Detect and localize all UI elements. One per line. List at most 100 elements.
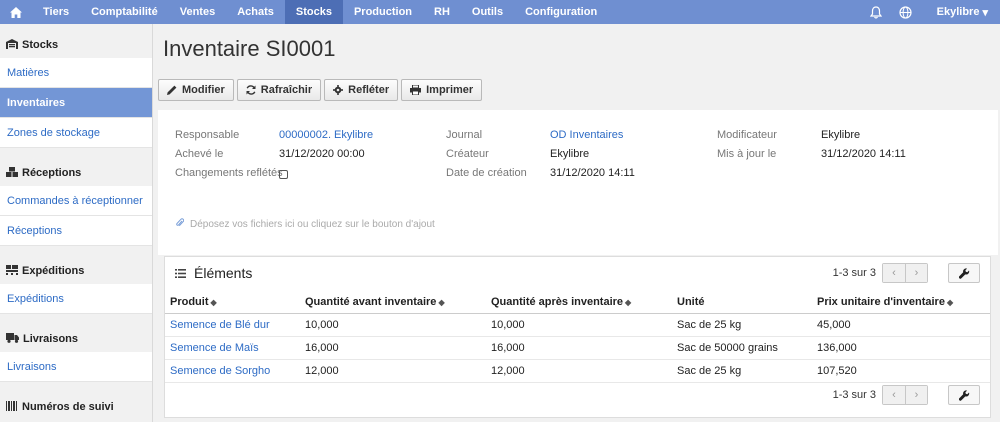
- elements-table: Produit ◆ Quantité avant inventaire ◆ Quan…: [165, 291, 990, 383]
- sort-icon: ◆: [438, 297, 445, 307]
- file-dropzone[interactable]: Déposez vos fichiers ici ou cliquez sur …: [176, 218, 435, 231]
- sidebar-item-expeditions[interactable]: Expéditions: [0, 284, 152, 314]
- table-header-row: Produit ◆ Quantité avant inventaire ◆ Quan…: [165, 291, 990, 314]
- inventory-details: Responsable 00000002. Ekylibre Achevé le…: [158, 110, 998, 255]
- wrench-icon[interactable]: [948, 263, 980, 283]
- nav-comptabilite[interactable]: Comptabilité: [80, 0, 169, 24]
- quantity-before: 12,000: [300, 359, 486, 383]
- sidebar-section-title: Stocks: [22, 39, 59, 51]
- sidebar-section-title: Livraisons: [23, 333, 79, 345]
- sidebar-item-receptions[interactable]: Réceptions: [0, 216, 152, 246]
- globe-icon[interactable]: [891, 5, 921, 19]
- bell-icon[interactable]: [861, 5, 891, 19]
- reflect-button-label: Refléter: [348, 84, 390, 96]
- table-row: Semence de Sorgho 12,000 12,000 Sac de 2…: [165, 359, 990, 383]
- user-name: Ekylibre: [936, 6, 980, 18]
- sidebar-section-title: Réceptions: [22, 167, 82, 179]
- sort-icon: ◆: [946, 297, 954, 307]
- elements-title: Éléments: [194, 265, 253, 281]
- table-row: Semence de Maïs 16,000 16,000 Sac de 500…: [165, 336, 990, 360]
- sort-icon: ◆: [210, 297, 217, 307]
- nav-production[interactable]: Production: [343, 0, 423, 24]
- changements-checkbox: [279, 168, 288, 180]
- column-header-quantite-avant[interactable]: Quantité avant inventaire ◆: [300, 291, 486, 314]
- sidebar-section-numeros-de-suivi: Numéros de suivi: [0, 394, 152, 420]
- refresh-icon: [246, 85, 256, 95]
- sidebar-item-commandes-a-receptionner[interactable]: Commandes à réceptionner: [0, 186, 152, 216]
- journal-label: Journal: [446, 129, 483, 141]
- elements-panel: Éléments 1-3 sur 3 ‹ › Produit ◆ Quantité…: [164, 256, 991, 418]
- nav-rh[interactable]: RH: [423, 0, 461, 24]
- nav-tiers[interactable]: Tiers: [32, 0, 80, 24]
- home-icon[interactable]: [0, 0, 32, 24]
- createur-label: Créateur: [446, 148, 489, 160]
- createur-value: Ekylibre: [550, 148, 590, 160]
- warehouse-icon: [6, 38, 18, 52]
- dropzone-text: Déposez vos fichiers ici ou cliquez sur …: [190, 219, 435, 230]
- responsable-label: Responsable: [175, 129, 240, 141]
- sidebar-item-inventaires[interactable]: Inventaires: [0, 88, 152, 118]
- maj-value: 31/12/2020 14:11: [821, 148, 906, 160]
- pager-bottom: 1-3 sur 3 ‹ ›: [833, 385, 980, 405]
- pager-top: 1-3 sur 3 ‹ ›: [833, 263, 980, 283]
- refresh-button-label: Rafraîchir: [260, 84, 313, 96]
- nav-configuration[interactable]: Configuration: [514, 0, 608, 24]
- top-navbar: Tiers Comptabilité Ventes Achats Stocks …: [0, 0, 1000, 24]
- edit-button[interactable]: Modifier: [158, 79, 234, 101]
- unit: Sac de 25 kg: [672, 359, 812, 383]
- modificateur-value: Ekylibre: [821, 129, 861, 141]
- barcode-icon: [6, 400, 18, 414]
- sidebar-item-matieres[interactable]: Matières: [0, 58, 152, 88]
- product-link[interactable]: Semence de Blé dur: [165, 313, 300, 337]
- column-header-quantite-apres[interactable]: Quantité après inventaire ◆: [486, 291, 672, 314]
- sidebar-section-receptions: Réceptions: [0, 160, 152, 186]
- responsable-link[interactable]: 00000002. Ekylibre: [279, 129, 373, 141]
- changements-label: Changements reflétés: [175, 167, 283, 179]
- chevron-right-icon[interactable]: ›: [905, 386, 927, 404]
- column-header-produit[interactable]: Produit ◆: [165, 291, 300, 314]
- nav-ventes[interactable]: Ventes: [169, 0, 226, 24]
- page-title: Inventaire SI0001: [163, 36, 336, 61]
- print-button[interactable]: Imprimer: [401, 79, 483, 101]
- product-link[interactable]: Semence de Maïs: [165, 336, 300, 360]
- edit-button-label: Modifier: [182, 84, 225, 96]
- quantity-after: 16,000: [486, 336, 672, 360]
- chevron-left-icon[interactable]: ‹: [883, 386, 905, 404]
- sidebar-section-expeditions: Expéditions: [0, 258, 152, 284]
- refresh-button[interactable]: Rafraîchir: [236, 79, 322, 101]
- boxes-icon: [6, 166, 18, 180]
- nav-stocks[interactable]: Stocks: [284, 0, 343, 24]
- nav-outils[interactable]: Outils: [461, 0, 514, 24]
- chevron-left-icon[interactable]: ‹: [883, 264, 905, 282]
- quantity-after: 12,000: [486, 359, 672, 383]
- chevron-right-icon[interactable]: ›: [905, 264, 927, 282]
- column-header-prix-unitaire[interactable]: Prix unitaire d'inventaire ◆: [812, 291, 990, 314]
- modificateur-label: Modificateur: [717, 129, 777, 141]
- nav-achats[interactable]: Achats: [226, 0, 285, 24]
- sidebar-section-stocks: Stocks: [0, 32, 152, 58]
- acheve-value: 31/12/2020 00:00: [279, 148, 365, 160]
- sidebar-section-title: Expéditions: [22, 265, 85, 277]
- printer-icon: [410, 85, 422, 95]
- unit: Sac de 25 kg: [672, 313, 812, 337]
- sidebar-section-livraisons: Livraisons: [0, 326, 152, 352]
- sidebar-item-livraisons[interactable]: Livraisons: [0, 352, 152, 382]
- quantity-before: 16,000: [300, 336, 486, 360]
- reflect-button[interactable]: Refléter: [324, 79, 399, 101]
- journal-link[interactable]: OD Inventaires: [550, 129, 623, 141]
- truck-icon: [6, 332, 19, 346]
- pallet-icon: [6, 264, 18, 278]
- pencil-icon: [167, 85, 177, 95]
- pager-count: 1-3 sur 3: [832, 267, 876, 279]
- table-row: Semence de Blé dur 10,000 10,000 Sac de …: [165, 313, 990, 337]
- user-menu[interactable]: Ekylibre ▾: [921, 6, 1000, 19]
- caret-down-icon: ▾: [982, 6, 988, 19]
- unit: Sac de 50000 grains: [672, 336, 812, 360]
- sidebar-item-zones-de-stockage[interactable]: Zones de stockage: [0, 118, 152, 148]
- wrench-icon[interactable]: [948, 385, 980, 405]
- list-icon: [175, 265, 186, 281]
- elements-header: Éléments: [175, 265, 252, 281]
- sort-icon: ◆: [625, 297, 632, 307]
- product-link[interactable]: Semence de Sorgho: [165, 359, 300, 383]
- column-header-unite: Unité: [672, 291, 812, 314]
